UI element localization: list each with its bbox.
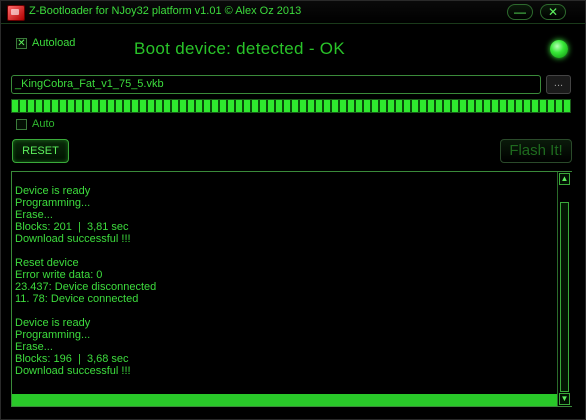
log-panel: Device is ready Programming... Erase... Blo… — [11, 171, 572, 407]
close-button[interactable]: ✕ — [540, 4, 566, 20]
log-line: Error write data: 0 — [15, 269, 103, 281]
log-line: Download successful !!! — [15, 365, 131, 377]
log-line: Reset device — [15, 257, 79, 269]
scroll-down-icon[interactable]: ▼ — [559, 393, 570, 405]
log-line: Blocks: 196 | 3,68 sec — [15, 353, 129, 365]
app-window: Z-Bootloader for NJoy32 platform v1.01 ©… — [0, 0, 586, 420]
progress-fill — [12, 100, 570, 112]
app-icon — [7, 5, 25, 21]
log-highlight-bar — [12, 394, 557, 406]
log-line: Device is ready — [15, 185, 91, 197]
log-line: Blocks: 201 | 3,81 sec — [15, 221, 129, 233]
title-bar[interactable]: Z-Bootloader for NJoy32 platform v1.01 ©… — [1, 1, 585, 24]
autoload-label: Autoload — [32, 37, 76, 49]
status-message: Boot device: detected - OK — [134, 39, 345, 58]
minimize-button[interactable]: — — [507, 4, 533, 20]
log-line: Device is ready — [15, 317, 91, 329]
log-line: Programming... — [15, 197, 91, 209]
log-line: Erase... — [15, 341, 53, 353]
log-line: 23.437: Device disconnected — [15, 281, 157, 293]
log-scrollbar[interactable]: ▲ ▼ — [557, 172, 572, 406]
scroll-thumb[interactable] — [560, 202, 569, 392]
autoload-checkbox[interactable]: ✕ — [16, 38, 27, 49]
firmware-file-field[interactable]: _KingCobra_Fat_v1_75_5.vkb — [11, 75, 541, 94]
log-line: Erase... — [15, 209, 53, 221]
log-line: 11. 78: Device connected — [15, 293, 139, 305]
progress-bar — [11, 99, 571, 113]
status-led-icon — [550, 40, 568, 58]
auto-label: Auto — [32, 118, 55, 130]
scroll-up-icon[interactable]: ▲ — [559, 173, 570, 185]
log-line: Programming... — [15, 329, 91, 341]
browse-button[interactable]: ... — [546, 75, 571, 94]
log-output: Device is ready Programming... Erase... Blo… — [15, 185, 555, 395]
auto-checkbox[interactable] — [16, 119, 27, 130]
window-title: Z-Bootloader for NJoy32 platform v1.01 ©… — [29, 5, 302, 17]
reset-button[interactable]: RESET — [12, 139, 69, 163]
log-line: Download successful !!! — [15, 233, 131, 245]
flash-button[interactable]: Flash It! — [500, 139, 572, 163]
